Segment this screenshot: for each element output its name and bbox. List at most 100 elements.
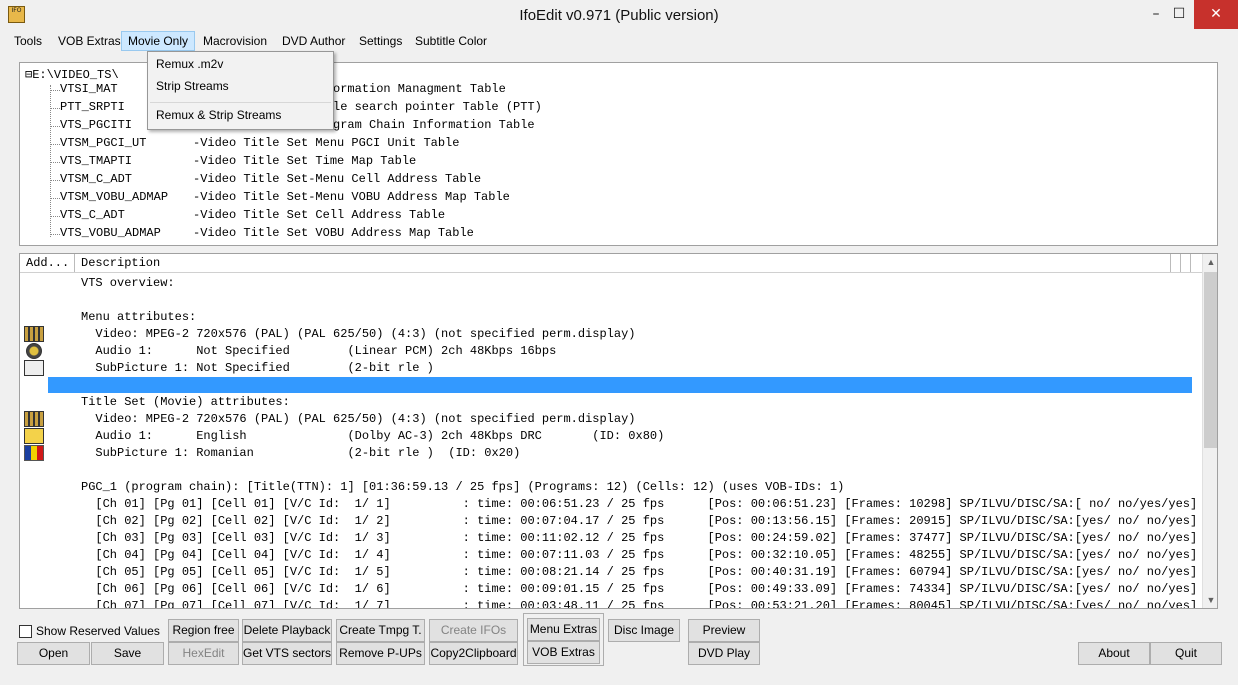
tree-item-vtsi-mat[interactable]: VTSI_MAT ormation Managment Table bbox=[60, 82, 506, 96]
tree-item-desc: ormation Managment Table bbox=[333, 82, 506, 96]
dvd-play-button[interactable]: DVD Play bbox=[688, 642, 760, 665]
subpicture-icon bbox=[24, 360, 44, 376]
preview-button[interactable]: Preview bbox=[688, 619, 760, 642]
show-reserved-checkbox[interactable] bbox=[19, 625, 32, 638]
tree-item-desc: -Video Title Set-Menu Cell Address Table bbox=[193, 172, 482, 186]
list-line[interactable]: Video: MPEG-2 720x576 (PAL) (PAL 625/50)… bbox=[81, 326, 635, 343]
tree-item-name: VTS_C_ADT bbox=[60, 208, 125, 222]
film-icon bbox=[24, 326, 44, 342]
vts-details-list[interactable]: Add... Description VTS overview: Menu at… bbox=[19, 253, 1218, 609]
region-free-button[interactable]: Region free bbox=[168, 619, 239, 642]
tree-item-vts-pgciti[interactable]: VTS_PGCITI gram Chain Information Table bbox=[60, 118, 535, 132]
create-ifos-button[interactable]: Create IFOs bbox=[429, 619, 518, 642]
list-line[interactable]: Audio 1: English (Dolby AC-3) 2ch 48Kbps… bbox=[81, 428, 664, 445]
tree-item-name: VTSM_VOBU_ADMAP bbox=[60, 190, 169, 204]
tree-item-vtsm-vobu-admap[interactable]: VTSM_VOBU_ADMAP -Video Title Set-Menu VOB… bbox=[60, 190, 510, 204]
list-line[interactable]: VTS overview: bbox=[81, 275, 175, 292]
tree-item-name: VTSI_MAT bbox=[60, 82, 118, 96]
disc-image-button[interactable]: Disc Image bbox=[608, 619, 680, 642]
quit-button[interactable]: Quit bbox=[1150, 642, 1222, 665]
list-line[interactable]: Video: MPEG-2 720x576 (PAL) (PAL 625/50)… bbox=[81, 411, 635, 428]
audio-film-icon bbox=[24, 428, 44, 444]
list-line[interactable]: [Ch 01] [Pg 01] [Cell 01] [V/C Id: 1/ 1]… bbox=[81, 496, 1197, 513]
column-header-extra[interactable] bbox=[1181, 254, 1191, 272]
vob-extras-button[interactable]: VOB Extras bbox=[527, 641, 600, 664]
list-line[interactable]: Audio 1: Not Specified (Linear PCM) 2ch … bbox=[81, 343, 556, 360]
list-line[interactable]: [Ch 04] [Pg 04] [Cell 04] [V/C Id: 1/ 4]… bbox=[81, 547, 1197, 564]
menu-extras-button[interactable]: Menu Extras bbox=[527, 618, 600, 641]
movie-only-dropdown: Remux .m2v Strip Streams Remux & Strip S… bbox=[147, 51, 334, 130]
menu-macrovision[interactable]: Macrovision bbox=[197, 31, 273, 51]
menu-remux-m2v[interactable]: Remux .m2v bbox=[156, 54, 223, 74]
tree-item-desc: -Video Title Set Time Map Table bbox=[193, 154, 417, 168]
menu-settings[interactable]: Settings bbox=[353, 31, 408, 51]
delete-playback-button[interactable]: Delete Playback bbox=[242, 619, 332, 642]
show-reserved-label: Show Reserved Values bbox=[36, 624, 160, 638]
list-header: Add... Description bbox=[20, 254, 1202, 273]
remove-pups-button[interactable]: Remove P-UPs bbox=[336, 642, 425, 665]
scroll-thumb[interactable] bbox=[1204, 272, 1217, 448]
tree-item-desc: le search pointer Table (PTT) bbox=[333, 100, 542, 114]
tree-connector bbox=[51, 234, 60, 235]
tree-connector bbox=[51, 162, 60, 163]
list-line[interactable]: SubPicture 1: Romanian (2-bit rle ) (ID:… bbox=[81, 445, 520, 462]
romania-flag-icon bbox=[24, 445, 44, 461]
list-line[interactable]: [Ch 03] [Pg 03] [Cell 03] [V/C Id: 1/ 3]… bbox=[81, 530, 1197, 547]
tree-item-vts-c-adt[interactable]: VTS_C_ADT -Video Title Set Cell Address T… bbox=[60, 208, 445, 222]
menu-remux-strip-streams[interactable]: Remux & Strip Streams bbox=[156, 105, 281, 125]
get-vts-sectors-button[interactable]: Get VTS sectors bbox=[242, 642, 332, 665]
menu-dvd-author[interactable]: DVD Author bbox=[276, 31, 351, 51]
column-header-description[interactable]: Description bbox=[75, 254, 1171, 272]
tree-root-label: E:\VIDEO_TS\ bbox=[32, 68, 119, 82]
tree-item-name: VTSM_PGCI_UT bbox=[60, 136, 147, 150]
title-bar: IFO IfoEdit v0.971 (Public version) – ☐ … bbox=[0, 0, 1238, 30]
list-line[interactable]: SubPicture 1: Not Specified (2-bit rle ) bbox=[81, 360, 433, 377]
tree-item-name: VTS_TMAPTI bbox=[60, 154, 133, 168]
close-button[interactable]: ✕ bbox=[1194, 0, 1238, 29]
window-title: IfoEdit v0.971 (Public version) bbox=[519, 7, 719, 24]
list-line[interactable]: Title Set (Movie) attributes: bbox=[81, 394, 290, 411]
tree-item-vts-vobu-admap[interactable]: VTS_VOBU_ADMAP -Video Title Set VOBU Addr… bbox=[60, 226, 474, 240]
create-tmpg-button[interactable]: Create Tmpg T. bbox=[336, 619, 425, 642]
tree-item-desc: -Video Title Set-Menu VOBU Address Map T… bbox=[193, 190, 510, 204]
column-header-extra[interactable] bbox=[1171, 254, 1181, 272]
hexedit-button[interactable]: HexEdit bbox=[168, 642, 239, 665]
about-button[interactable]: About bbox=[1078, 642, 1150, 665]
tree-connector bbox=[51, 108, 60, 109]
menu-tools[interactable]: Tools bbox=[8, 31, 48, 51]
copy2clipboard-button[interactable]: Copy2Clipboard bbox=[429, 642, 518, 665]
scroll-up-arrow-icon[interactable]: ▲ bbox=[1203, 254, 1217, 270]
tree-connector bbox=[51, 198, 60, 199]
tree-item-vtsm-c-adt[interactable]: VTSM_C_ADT -Video Title Set-Menu Cell Add… bbox=[60, 172, 481, 186]
tree-item-vtsm-pgci-ut[interactable]: VTSM_PGCI_UT -Video Title Set Menu PGCI U… bbox=[60, 136, 459, 150]
tree-item-desc: -Video Title Set VOBU Address Map Table bbox=[193, 226, 474, 240]
menu-strip-streams[interactable]: Strip Streams bbox=[156, 76, 229, 96]
selected-row[interactable] bbox=[48, 377, 1192, 393]
save-button[interactable]: Save bbox=[91, 642, 164, 665]
scroll-down-arrow-icon[interactable]: ▼ bbox=[1203, 592, 1217, 608]
list-line[interactable]: [Ch 02] [Pg 02] [Cell 02] [V/C Id: 1/ 2]… bbox=[81, 513, 1197, 530]
tree-item-ptt-srpti[interactable]: PTT_SRPTI le search pointer Table (PTT) bbox=[60, 100, 542, 114]
film-icon bbox=[24, 411, 44, 427]
tree-item-name: PTT_SRPTI bbox=[60, 100, 125, 114]
vertical-scrollbar[interactable]: ▲ ▼ bbox=[1202, 254, 1217, 608]
tree-item-name: VTS_PGCITI bbox=[60, 118, 133, 132]
list-line[interactable]: [Ch 06] [Pg 06] [Cell 06] [V/C Id: 1/ 6]… bbox=[81, 581, 1197, 598]
tree-connector bbox=[51, 144, 60, 145]
maximize-button[interactable]: ☐ bbox=[1164, 0, 1194, 29]
list-line[interactable]: [Ch 05] [Pg 05] [Cell 05] [V/C Id: 1/ 5]… bbox=[81, 564, 1197, 581]
tree-item-name: VTS_VOBU_ADMAP bbox=[60, 226, 161, 240]
open-button[interactable]: Open bbox=[17, 642, 90, 665]
column-header-add[interactable]: Add... bbox=[20, 254, 75, 272]
tree-connector bbox=[51, 180, 60, 181]
list-line[interactable]: PGC_1 (program chain): [Title(TTN): 1] [… bbox=[81, 479, 844, 496]
tree-item-vts-tmapti[interactable]: VTS_TMAPTI -Video Title Set Time Map Tabl… bbox=[60, 154, 416, 168]
tree-connector bbox=[51, 216, 60, 217]
list-line[interactable]: [Ch 07] [Pg 07] [Cell 07] [V/C Id: 1/ 7]… bbox=[81, 598, 1197, 608]
list-line[interactable]: Menu attributes: bbox=[81, 309, 196, 326]
list-body: VTS overview: Menu attributes: Video: MP… bbox=[20, 273, 1202, 608]
tree-root[interactable]: ⊟E:\VIDEO_TS\ bbox=[25, 67, 119, 82]
menu-vob-extras[interactable]: VOB Extras bbox=[52, 31, 127, 51]
menu-subtitle-color[interactable]: Subtitle Color bbox=[409, 31, 493, 51]
menu-movie-only[interactable]: Movie Only bbox=[121, 31, 196, 51]
